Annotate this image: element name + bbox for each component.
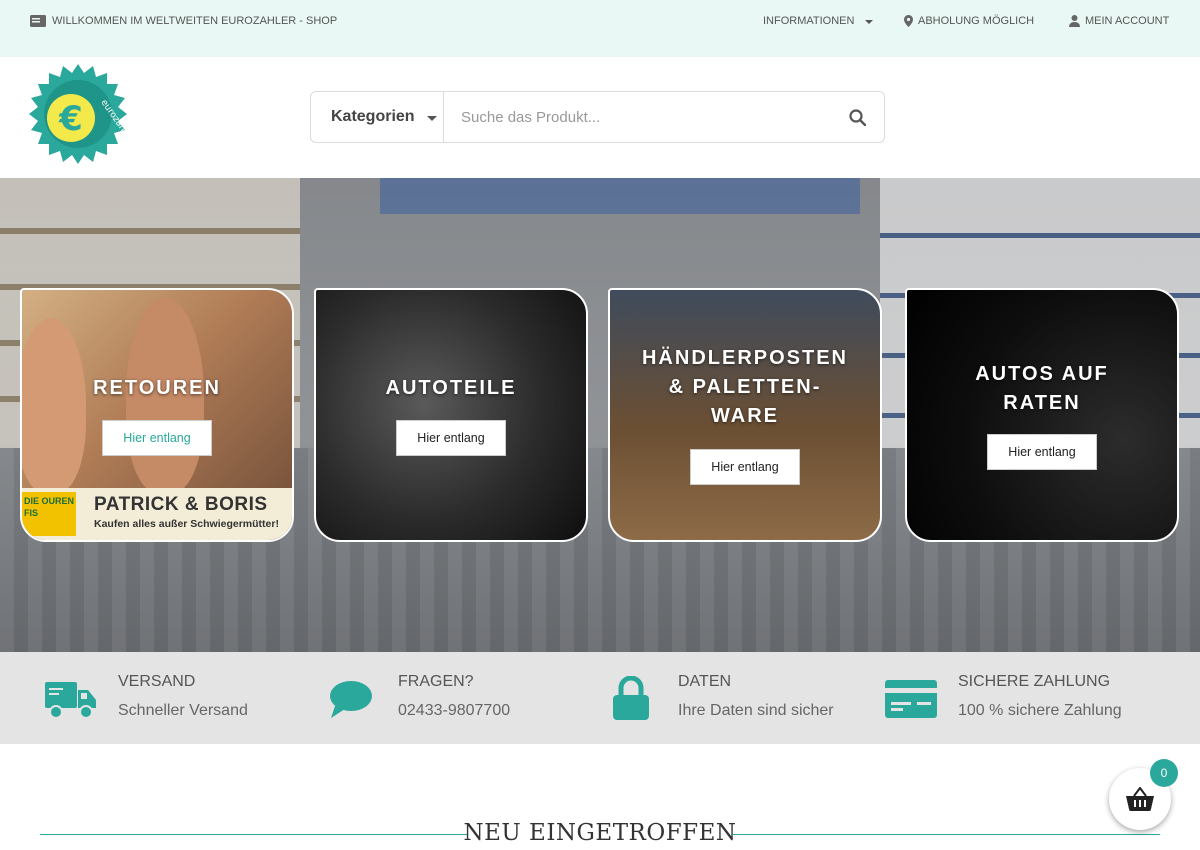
card-button[interactable]: Hier entlang	[396, 420, 506, 456]
features-bar: VERSAND Schneller Versand FRAGEN? 02433-…	[0, 652, 1200, 744]
banner-title: PATRICK & BORIS	[94, 494, 268, 515]
category-card-haendlerposten[interactable]: HÄNDLERPOSTEN & PALETTEN- WARE Hier entl…	[608, 288, 882, 542]
chevron-down-icon	[426, 115, 437, 121]
informationen-label: INFORMATIONEN	[763, 15, 855, 27]
banner-logo: DIE OUREN FIS	[22, 492, 76, 536]
feature-subtitle: 02433-9807700	[398, 702, 511, 719]
hero-banner: RETOUREN Hier entlang DIE OUREN FIS PATR…	[0, 178, 1200, 652]
header: € eurozahler Kategorien	[0, 57, 1200, 178]
search-icon	[848, 108, 866, 126]
feature-title: FRAGEN?	[398, 673, 474, 690]
card-title: AUTOS AUF RATEN	[975, 363, 1109, 414]
top-bar: WILLKOMMEN IM WELTWEITEN EUROZAHLER - SH…	[0, 0, 1200, 57]
category-card-retouren[interactable]: RETOUREN Hier entlang DIE OUREN FIS PATR…	[20, 288, 294, 542]
card-title: RETOUREN	[93, 377, 221, 399]
chevron-down-icon	[865, 20, 874, 24]
truck-icon	[45, 682, 96, 719]
basket-icon	[1126, 787, 1154, 811]
divider-line	[732, 834, 1160, 835]
credit-card-icon	[885, 680, 937, 718]
card-title: AUTOTEILE	[385, 377, 517, 399]
banner-subtitle: Kaufen alles außer Schwiegermütter!	[94, 518, 279, 530]
card-button[interactable]: Hier entlang	[102, 420, 212, 456]
lock-icon	[613, 676, 649, 720]
welcome-text: WILLKOMMEN IM WELTWEITEN EUROZAHLER - SH…	[52, 15, 338, 27]
card-title: HÄNDLERPOSTEN & PALETTEN- WARE	[641, 347, 848, 427]
category-label: Kategorien	[331, 108, 415, 125]
category-dropdown[interactable]: Kategorien	[311, 92, 444, 142]
eurozahler-logo[interactable]: € eurozahler	[27, 64, 134, 166]
warehouse-beam	[380, 178, 860, 214]
abholung-link[interactable]: ABHOLUNG MÖGLICH	[904, 15, 1034, 27]
section-header-neu-eingetroffen: NEU EINGETROFFEN	[40, 818, 1160, 850]
account-link[interactable]: MEIN ACCOUNT	[1069, 15, 1169, 27]
welcome-message: WILLKOMMEN IM WELTWEITEN EUROZAHLER - SH…	[30, 15, 337, 27]
chat-bubble-icon	[330, 681, 372, 718]
informationen-menu[interactable]: INFORMATIONEN	[763, 15, 874, 27]
feature-subtitle: Schneller Versand	[118, 702, 248, 719]
feature-subtitle: Ihre Daten sind sicher	[678, 702, 834, 719]
card-button[interactable]: Hier entlang	[690, 449, 800, 485]
feature-title: VERSAND	[118, 673, 196, 690]
feature-title: DATEN	[678, 673, 732, 690]
patrick-boris-banner: DIE OUREN FIS PATRICK & BORIS Kaufen all…	[22, 488, 292, 540]
card-button[interactable]: Hier entlang	[987, 434, 1097, 470]
person-image	[22, 318, 86, 493]
feature-subtitle: 100 % sichere Zahlung	[958, 702, 1122, 719]
section-title: NEU EINGETROFFEN	[463, 820, 737, 846]
category-card-autos-auf-raten[interactable]: AUTOS AUF RATEN Hier entlang	[905, 288, 1179, 542]
cart-count-badge: 0	[1150, 759, 1178, 787]
search-input[interactable]	[444, 92, 830, 142]
svg-text:€: €	[58, 99, 83, 139]
user-icon	[1069, 15, 1080, 27]
search-button[interactable]	[830, 92, 884, 142]
category-card-autoteile[interactable]: AUTOTEILE Hier entlang	[314, 288, 588, 542]
account-label: MEIN ACCOUNT	[1085, 15, 1170, 27]
abholung-label: ABHOLUNG MÖGLICH	[918, 15, 1035, 27]
map-pin-icon	[904, 15, 913, 27]
search-bar: Kategorien	[310, 91, 885, 143]
feature-title: SICHERE ZAHLUNG	[958, 673, 1111, 690]
id-card-icon	[30, 15, 46, 27]
